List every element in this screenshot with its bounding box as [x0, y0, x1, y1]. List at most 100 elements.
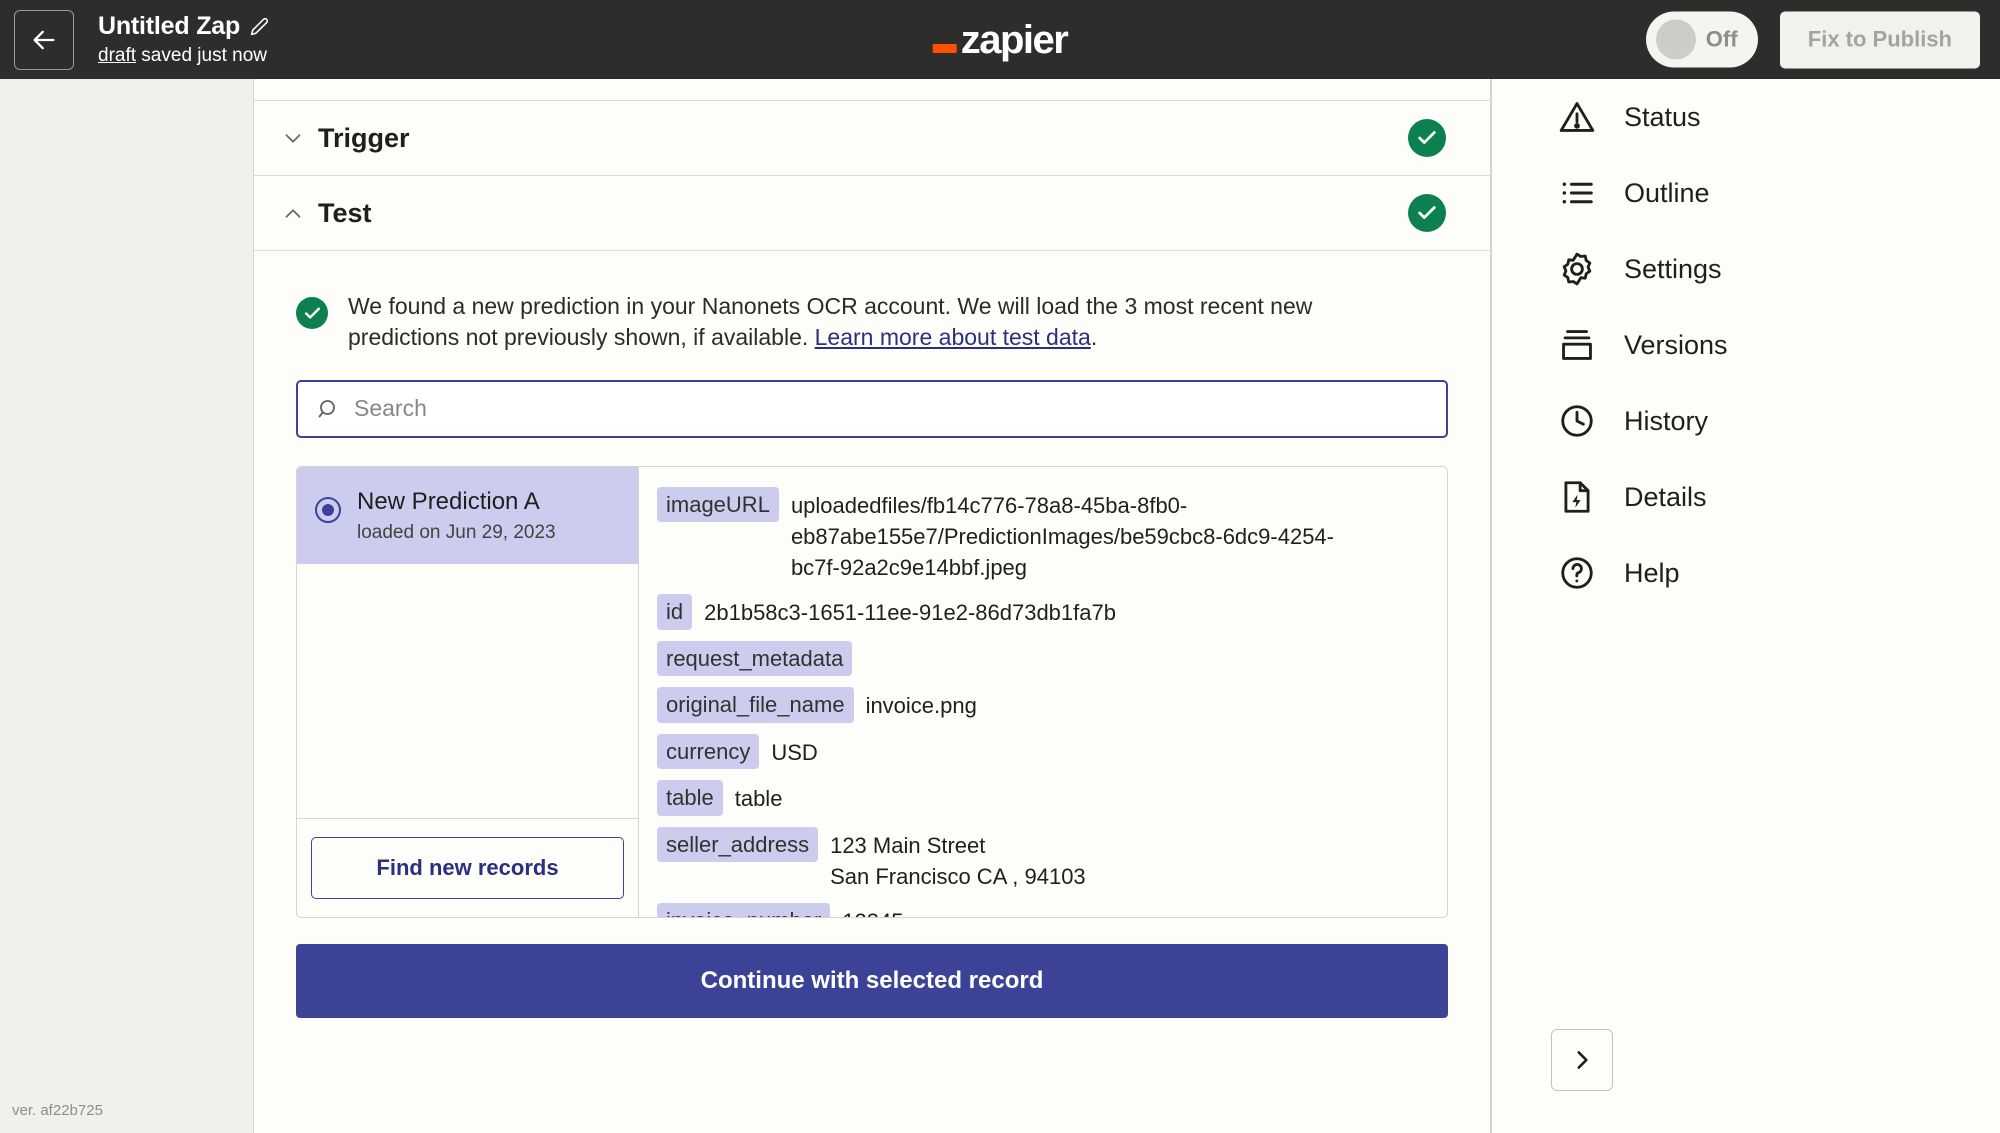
record-field-value: 12345 — [842, 903, 903, 916]
record-field-key: request_metadata — [657, 640, 853, 677]
sidebar-item-settings[interactable]: Settings — [1492, 231, 2000, 307]
record-field-key: original_file_name — [657, 687, 854, 723]
record-field-key: currency — [657, 733, 760, 770]
save-status: draft saved just now — [98, 45, 269, 67]
sidebar-item-label: Details — [1624, 481, 1707, 512]
record-field-key: id — [657, 594, 693, 630]
record-field-row: original_file_name invoice.png — [657, 687, 1429, 723]
check-circle-icon — [1408, 119, 1446, 157]
node-test-header[interactable]: Test — [282, 176, 372, 250]
test-step-body: We found a new prediction in your Nanone… — [254, 251, 1490, 1018]
zap-on-off-toggle[interactable]: Off — [1645, 11, 1758, 68]
clock-icon — [1561, 405, 1593, 437]
banner-text-tail: . — [1090, 324, 1098, 351]
record-list-spacer — [297, 564, 638, 818]
gear-icon — [1562, 252, 1592, 286]
top-bar-actions: Off Fix to Publish — [1645, 11, 1980, 68]
record-field-key: invoice_number — [657, 903, 831, 917]
chevron-right-icon — [1577, 1051, 1588, 1069]
record-name: New Prediction A — [357, 487, 540, 515]
record-field-key: imageURL — [657, 486, 779, 523]
record-radio-button[interactable] — [315, 496, 341, 523]
record-field-row: imageURL uploadedfiles/fb14c776-78a8-45ba… — [657, 486, 1429, 584]
record-item-text: New Prediction A loaded on Jun 29, 2023 — [357, 487, 556, 544]
record-field-value: uploadedfiles/fb14c776-78a8-45ba-8fb0- eb… — [790, 492, 1334, 580]
record-field-key: table — [657, 780, 723, 816]
record-field-value: invoice.png — [865, 693, 977, 719]
record-fields-pane[interactable]: imageURL uploadedfiles/fb14c776-78a8-45ba… — [639, 467, 1447, 917]
top-bar: Untitled Zap draft saved just now zapier… — [0, 0, 2000, 79]
node-trigger-header[interactable]: Trigger — [282, 101, 410, 175]
record-field-value: USD — [771, 739, 818, 765]
record-list: New Prediction A loaded on Jun 29, 2023 … — [297, 466, 639, 917]
sidebar-item-label: Versions — [1624, 329, 1728, 360]
learn-more-link[interactable]: Learn more about test data — [815, 324, 1091, 350]
sidebar-item-history[interactable]: History — [1492, 383, 2000, 459]
list-icon — [1562, 182, 1593, 204]
record-field-row: id 2b1b58c3-1651-11ee-91e2-86d73db1fa7b — [657, 594, 1429, 630]
page-title: Untitled Zap — [98, 12, 241, 40]
right-sidebar: Status Outline Settings Versions History — [1491, 79, 2000, 1133]
record-picker-panel: New Prediction A loaded on Jun 29, 2023 … — [296, 465, 1448, 918]
record-field-value: 123 Main Street San Francisco CA , 94103 — [830, 832, 1086, 889]
status-badge — [1408, 119, 1446, 157]
chevron-down-icon[interactable] — [282, 127, 304, 149]
draft-link[interactable]: draft — [98, 45, 136, 66]
find-records-area: Find new records — [297, 817, 638, 917]
zap-editor-canvas: Trigger Test We found a new prediction i… — [253, 79, 1491, 1133]
document-bolt-icon — [1564, 481, 1590, 513]
record-field-row: seller_address 123 Main Street San Francis… — [657, 826, 1429, 892]
node-test[interactable]: Test — [254, 176, 1490, 251]
zapier-logo: zapier — [932, 17, 1069, 62]
fix-to-publish-button[interactable]: Fix to Publish — [1779, 11, 1980, 68]
record-field-value: table — [734, 786, 783, 812]
radio-selected-dot — [322, 503, 334, 516]
logo-text: zapier — [960, 17, 1069, 62]
test-result-banner: We found a new prediction in your Nanone… — [282, 251, 1462, 372]
record-field-row: request_metadata — [657, 640, 1429, 677]
search-input[interactable] — [354, 395, 1428, 423]
toggle-knob — [1655, 19, 1696, 60]
zap-title-block: Untitled Zap draft saved just now — [98, 12, 269, 67]
left-rail: ver. af22b725 — [0, 79, 253, 1133]
status-badge — [1408, 194, 1446, 232]
record-field-value: 2b1b58c3-1651-11ee-91e2-86d73db1fa7b — [704, 600, 1116, 626]
record-field-row: invoice_number 12345 — [657, 903, 1429, 917]
version-label: ver. af22b725 — [12, 1102, 103, 1119]
continue-with-selected-record-button[interactable]: Continue with selected record — [296, 943, 1448, 1018]
sidebar-item-details[interactable]: Details — [1492, 459, 2000, 535]
check-circle-icon — [1408, 194, 1446, 232]
node-test-label: Test — [318, 197, 372, 228]
saved-text: saved just now — [136, 45, 267, 66]
sidebar-item-label: Status — [1624, 101, 1701, 132]
chevron-up-icon[interactable] — [282, 202, 304, 224]
record-loaded-date: loaded on Jun 29, 2023 — [357, 521, 556, 543]
zap-title-row: Untitled Zap — [98, 12, 269, 41]
logo-underscore-icon — [932, 43, 957, 53]
check-circle-icon — [296, 297, 328, 329]
node-trigger[interactable]: Trigger — [254, 101, 1490, 176]
stack-icon — [1562, 330, 1592, 360]
search-field[interactable] — [296, 379, 1448, 438]
record-list-item[interactable]: New Prediction A loaded on Jun 29, 2023 — [297, 466, 638, 564]
node-partial-above — [254, 79, 1490, 101]
find-new-records-button[interactable]: Find new records — [311, 836, 624, 899]
node-trigger-label: Trigger — [318, 122, 410, 153]
search-icon — [318, 399, 335, 417]
warning-triangle-icon — [1559, 102, 1595, 132]
sidebar-item-label: Help — [1624, 557, 1680, 588]
toggle-label: Off — [1705, 26, 1738, 52]
pencil-icon[interactable] — [250, 17, 269, 36]
sidebar-item-status[interactable]: Status — [1492, 79, 2000, 155]
sidebar-item-help[interactable]: Help — [1492, 535, 2000, 611]
collapse-sidebar-button[interactable] — [1551, 1029, 1613, 1091]
record-field-row: currency USD — [657, 733, 1429, 770]
back-button[interactable] — [14, 9, 74, 70]
sidebar-item-label: History — [1624, 405, 1709, 436]
sidebar-item-outline[interactable]: Outline — [1492, 155, 2000, 231]
banner-text: We found a new prediction in your Nanone… — [348, 291, 1378, 354]
record-field-row: table table — [657, 780, 1429, 816]
arrow-left-icon — [33, 30, 55, 49]
sidebar-item-versions[interactable]: Versions — [1492, 307, 2000, 383]
sidebar-item-label: Settings — [1624, 253, 1722, 284]
